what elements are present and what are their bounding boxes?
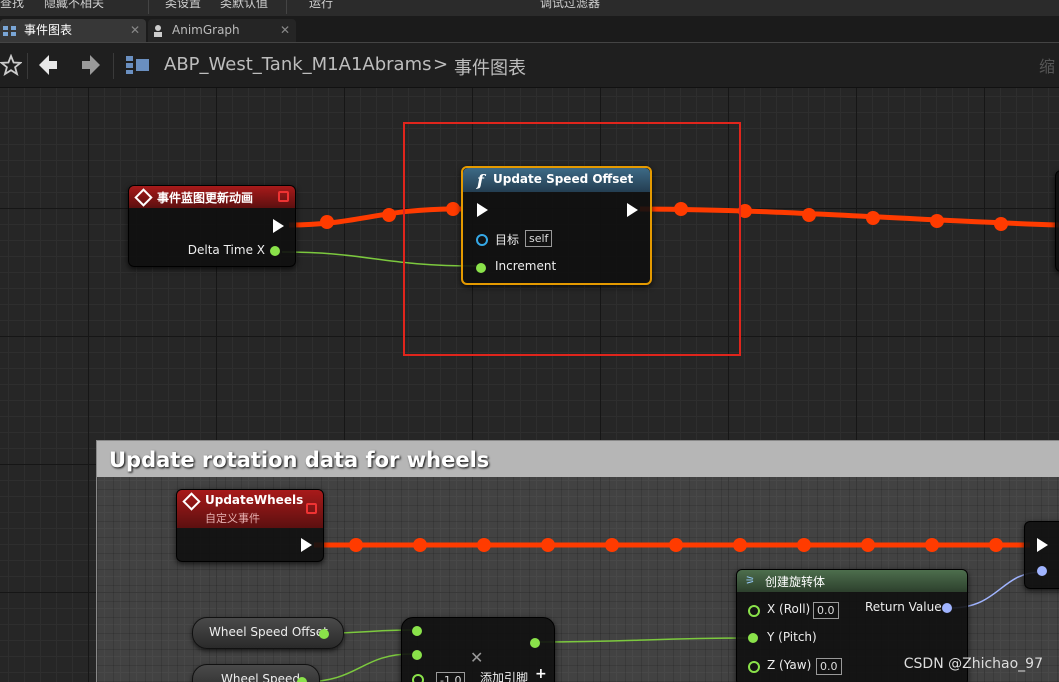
pin-label: Wheel Speed Offset — [209, 625, 328, 639]
delta-time-pin[interactable] — [270, 246, 280, 256]
menu-find[interactable]: 查找 — [0, 0, 24, 11]
pitch-pin[interactable] — [748, 633, 758, 643]
yaw-value[interactable]: 0.0 — [816, 658, 842, 675]
breadcrumb: ABP_West_Tank_M1A1Abrams > 事件图表 缩 — [0, 43, 1059, 88]
pin-label: Y (Pitch) — [767, 630, 817, 644]
breadcrumb-graph[interactable]: 事件图表 — [454, 54, 526, 80]
float-wire — [537, 637, 751, 643]
node-title: 事件蓝图更新动画 — [157, 191, 254, 205]
float-input-pin[interactable] — [412, 674, 424, 682]
anim-graph-icon — [154, 25, 162, 37]
divider — [27, 53, 28, 79]
target-pin[interactable] — [476, 234, 488, 246]
graph-canvas[interactable]: Update rotation data for wheels 事件蓝图更新动画… — [0, 88, 1059, 682]
menu-class-defaults[interactable]: 类默认值 — [220, 0, 268, 11]
menu-hide-unrelated[interactable]: 隐藏不相关 — [44, 0, 104, 11]
offscreen-node[interactable] — [1024, 521, 1059, 589]
wheel-speed-variable[interactable]: Wheel Speed — [192, 664, 320, 682]
add-pin-label[interactable]: 添加引脚 — [480, 669, 528, 682]
yaw-pin[interactable] — [748, 661, 760, 673]
node-header: f Update Speed Offset — [463, 168, 650, 192]
tab-bar: 事件图表 ✕ AnimGraph ✕ — [0, 16, 1059, 43]
tab-anim-graph[interactable]: AnimGraph ✕ — [148, 19, 296, 42]
multiply-node[interactable]: ✕ -1.0 添加引脚 + — [401, 617, 555, 682]
node-subtitle: 自定义事件 — [205, 512, 260, 525]
float-output-pin[interactable] — [297, 677, 307, 682]
event-icon — [134, 188, 153, 207]
event-update-animation-node[interactable]: 事件蓝图更新动画 Delta Time X — [128, 185, 296, 267]
menu-bar: 查找 隐藏不相关 类设置 类默认值 运行 调试过滤器 — [0, 0, 1059, 16]
exec-output-pin[interactable] — [627, 203, 638, 217]
float-input-pin[interactable] — [412, 626, 422, 636]
float-output-pin[interactable] — [530, 638, 540, 648]
watermark: CSDN @Zhichao_97 — [903, 656, 1043, 672]
graph-icon — [126, 56, 149, 74]
update-wheels-event-node[interactable]: UpdateWheels 自定义事件 — [176, 489, 324, 562]
target-value[interactable]: self — [525, 230, 553, 247]
roll-pin[interactable] — [748, 605, 760, 617]
node-header: ⚞ 创建旋转体 — [737, 570, 967, 592]
delegate-pin[interactable] — [278, 191, 289, 202]
multiply-icon: ✕ — [470, 648, 484, 667]
node-header: 事件蓝图更新动画 — [129, 186, 295, 208]
float-output-pin[interactable] — [319, 629, 329, 639]
tab-label: 事件图表 — [24, 23, 73, 37]
breadcrumb-blueprint[interactable]: ABP_West_Tank_M1A1Abrams — [164, 54, 431, 75]
event-icon — [182, 492, 201, 511]
roll-value[interactable]: 0.0 — [813, 602, 839, 619]
make-struct-icon: ⚞ — [745, 574, 755, 587]
pin-label: Delta Time X — [187, 243, 265, 257]
back-arrow-icon[interactable] — [37, 53, 59, 77]
pin-label: Return Value — [865, 600, 942, 614]
pin-label: X (Roll) — [767, 602, 811, 616]
function-icon: f — [477, 171, 484, 190]
update-speed-offset-node[interactable]: f Update Speed Offset 目标 self Increment — [461, 166, 652, 285]
exec-input-pin[interactable] — [477, 203, 488, 217]
offscreen-node[interactable] — [1055, 170, 1059, 272]
zoom-label: 缩 — [1038, 57, 1055, 76]
pin-label: Increment — [495, 259, 557, 273]
pin-label: 目标 — [495, 233, 520, 247]
multiply-value[interactable]: -1.0 — [436, 672, 466, 682]
node-header: UpdateWheels 自定义事件 — [177, 490, 323, 528]
wheel-speed-offset-variable[interactable]: Wheel Speed Offset — [192, 617, 344, 649]
delegate-pin[interactable] — [306, 503, 317, 514]
menu-class-settings[interactable]: 类设置 — [165, 0, 201, 11]
close-icon[interactable]: ✕ — [130, 19, 140, 42]
divider — [113, 53, 114, 79]
exec-input-pin[interactable] — [1037, 538, 1048, 552]
menu-divider — [148, 0, 149, 14]
pin-label: Z (Yaw) — [767, 658, 812, 672]
graph-icon — [3, 26, 16, 36]
pin-label: Wheel Speed — [221, 672, 301, 682]
tab-label: AnimGraph — [172, 23, 240, 37]
menu-debug-filter[interactable]: 调试过滤器 — [540, 0, 600, 11]
node-title: UpdateWheels — [205, 493, 304, 507]
rotator-input-pin[interactable] — [1037, 566, 1047, 576]
node-title: Update Speed Offset — [493, 172, 634, 186]
increment-pin[interactable] — [476, 263, 486, 273]
menu-divider — [286, 0, 287, 14]
close-icon[interactable]: ✕ — [280, 19, 290, 42]
star-icon[interactable] — [0, 54, 22, 76]
tab-event-graph[interactable]: 事件图表 ✕ — [0, 19, 146, 42]
breadcrumb-separator: > — [433, 54, 449, 75]
node-title: 创建旋转体 — [765, 575, 826, 589]
add-icon[interactable]: + — [535, 666, 547, 682]
rotator-output-pin[interactable] — [942, 603, 952, 613]
exec-output-pin[interactable] — [273, 219, 284, 233]
forward-arrow-icon[interactable] — [80, 53, 102, 77]
menu-play[interactable]: 运行 — [309, 0, 333, 11]
exec-output-pin[interactable] — [301, 538, 312, 552]
float-input-pin[interactable] — [412, 650, 422, 660]
